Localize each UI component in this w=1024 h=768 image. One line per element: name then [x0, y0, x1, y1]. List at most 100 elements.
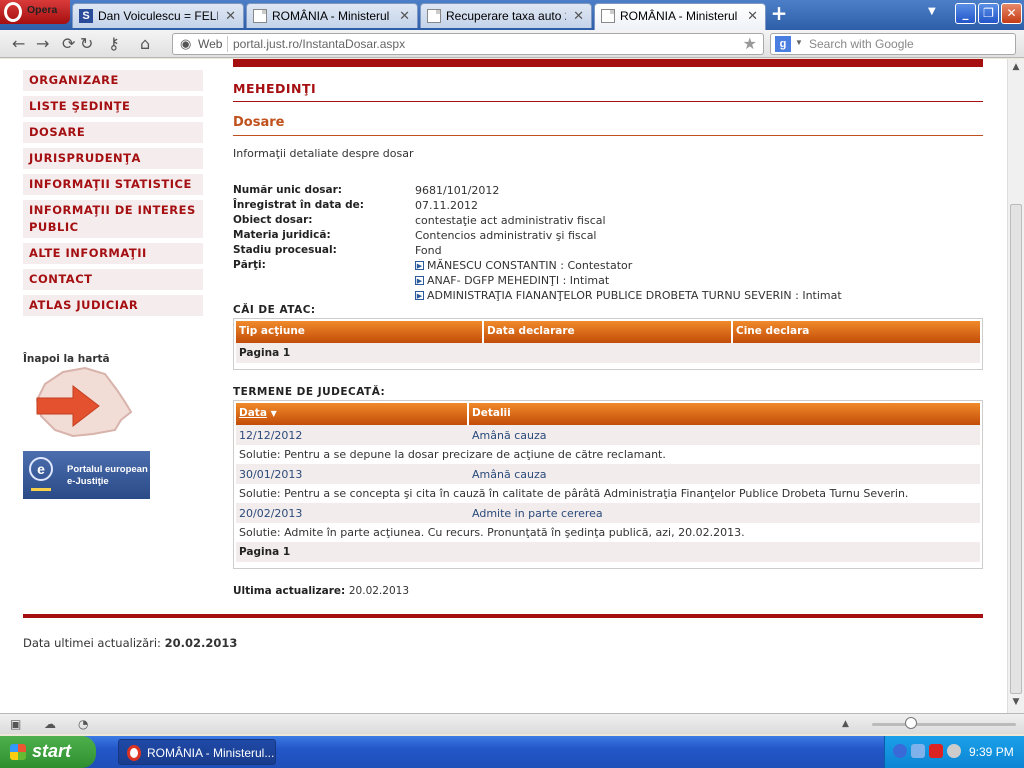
search-engine-dropdown-icon[interactable]: ▼: [795, 38, 803, 47]
county-heading: MEHEDINŢI: [233, 81, 317, 96]
sidebar-item-organizare[interactable]: ORGANIZARE: [23, 70, 203, 91]
site-favicon-icon: S: [79, 9, 93, 23]
hearings-header-details: Detalii: [469, 403, 980, 425]
tab-dan-voiculescu[interactable]: S Dan Voiculescu = FELIX ... ✕: [72, 3, 244, 28]
ejustice-logo-icon: e: [29, 457, 53, 481]
address-field[interactable]: ◉ Web portal.just.ro/InstantaDosar.aspx …: [172, 33, 764, 55]
zoom-up-arrow-icon[interactable]: ▲: [842, 719, 849, 729]
sidebar-item-dosare[interactable]: DOSARE: [23, 122, 203, 143]
registered-date-label: Înregistrat în data de:: [233, 199, 364, 211]
opera-logo-icon: [4, 2, 22, 22]
scrollbar-thumb[interactable]: [1010, 204, 1022, 694]
reload-icon[interactable]: ↻: [80, 34, 93, 53]
minimize-window-icon[interactable]: _: [955, 3, 976, 24]
google-icon[interactable]: g: [775, 36, 791, 52]
new-tab-plus-icon[interactable]: +: [768, 3, 790, 25]
hearing-detail: Amână cauza: [472, 429, 547, 442]
home-icon[interactable]: ⌂: [140, 34, 150, 53]
key-icon[interactable]: ⚷: [108, 34, 120, 53]
restore-window-icon[interactable]: ❐: [978, 3, 999, 24]
sidebar-item-atlas-judiciar[interactable]: ATLAS JUDICIAR: [23, 295, 203, 316]
forward-arrow-icon[interactable]: →: [36, 34, 49, 53]
tab-romania-ministerul-1[interactable]: ROMÂNIA - Ministerul Ju... ✕: [246, 3, 418, 28]
start-button[interactable]: start: [0, 736, 96, 768]
sidebar-item-liste-sedinte[interactable]: LISTE ŞEDINŢE: [23, 96, 203, 117]
appeals-header-action-type: Tip acţiune: [236, 321, 484, 343]
close-window-icon[interactable]: ✕: [1001, 3, 1022, 24]
opera-menu-label: Opera: [27, 4, 58, 16]
registered-date-value: 07.11.2012: [415, 199, 478, 212]
tab-title: Recuperare taxa auto 2...: [446, 9, 566, 23]
sidebar-item-jurisprudenta[interactable]: JURISPRUDENŢA: [23, 148, 203, 169]
sidebar-item-informatii-interes-public[interactable]: INFORMAŢII DE INTERES PUBLIC: [23, 200, 203, 238]
appeals-header-declared-date: Data declarare: [484, 321, 733, 343]
scroll-down-arrow-icon[interactable]: ▼: [1010, 697, 1022, 709]
opera-menu-button[interactable]: Opera: [0, 0, 70, 24]
search-field[interactable]: g ▼ Search with Google: [770, 33, 1016, 55]
sidebar-item-contact[interactable]: CONTACT: [23, 269, 203, 290]
back-arrow-icon[interactable]: ←: [12, 34, 25, 53]
address-url[interactable]: portal.just.ro/InstantaDosar.aspx: [233, 37, 405, 51]
close-tab-icon[interactable]: ✕: [747, 8, 758, 24]
vertical-scrollbar[interactable]: ▲ ▼: [1007, 59, 1024, 713]
opera-turbo-cloud-icon[interactable]: ☁: [44, 717, 56, 731]
fast-forward-icon[interactable]: ⟳: [62, 34, 75, 53]
header-red-bar: [233, 59, 983, 67]
hearing-solution: Solutie: Pentru a se depune la dosar pre…: [239, 448, 666, 461]
romania-map-icon[interactable]: [33, 364, 135, 440]
hearings-table: Data ▼ Detalii 12/12/2012 Amână cauza So…: [233, 400, 983, 569]
party-arrow-icon: ▶: [415, 276, 424, 285]
appeals-table-header: Tip acţiune Data declarare Cine declara: [236, 321, 980, 343]
network-icon[interactable]: [911, 744, 925, 758]
ejustice-portal-banner[interactable]: e Portalul european e-Justiţie: [23, 451, 150, 499]
taskbar-item-opera[interactable]: ROMÂNIA - Ministerul...: [118, 739, 276, 765]
hearings-table-header: Data ▼ Detalii: [236, 403, 980, 425]
scroll-up-arrow-icon[interactable]: ▲: [1010, 62, 1022, 74]
table-row: 30/01/2013 Amână cauza: [236, 464, 980, 484]
party-item: ▶ ADMINISTRAŢIA FIANANŢELOR PUBLICE DROBE…: [415, 289, 842, 302]
zoom-slider-track[interactable]: [872, 723, 1016, 726]
table-row: 20/02/2013 Admite in parte cererea: [236, 503, 980, 523]
opera-logo-icon: [127, 745, 141, 761]
windows-flag-icon: [10, 744, 26, 760]
sort-date-link[interactable]: Data: [239, 407, 267, 419]
hearing-date: 20/02/2013: [239, 507, 303, 520]
antivirus-icon[interactable]: [929, 744, 943, 758]
panel-toggle-icon[interactable]: ▣: [10, 717, 21, 731]
close-tab-icon[interactable]: ✕: [225, 8, 236, 24]
last-update-line: Ultima actualizare: 20.02.2013: [233, 585, 409, 597]
sidebar-item-informatii-statistice[interactable]: INFORMAŢII STATISTICE: [23, 174, 203, 195]
page-viewport: ORGANIZARE LISTE ŞEDINŢE DOSARE JURISPRU…: [0, 59, 1024, 713]
footer-red-line: [23, 614, 983, 618]
last-update-value: 20.02.2013: [348, 585, 409, 597]
taskbar-clock[interactable]: 9:39 PM: [969, 745, 1014, 759]
zoom-slider-thumb[interactable]: [905, 717, 917, 729]
sort-down-arrow-icon[interactable]: ▼: [271, 409, 277, 418]
close-tab-icon[interactable]: ✕: [573, 8, 584, 24]
tab-romania-ministerul-active[interactable]: ROMÂNIA - Ministerul Ju... ✕: [594, 3, 766, 30]
hearings-header-date[interactable]: Data ▼: [236, 403, 469, 425]
close-tab-icon[interactable]: ✕: [399, 8, 410, 24]
tab-title: Dan Voiculescu = FELIX ...: [98, 9, 218, 23]
tab-title: ROMÂNIA - Ministerul Ju...: [272, 9, 392, 23]
address-separator: [227, 36, 228, 52]
browser-toolbar: ← → ⟳ ↻ ⚷ ⌂ ◉ Web portal.just.ro/Instant…: [0, 30, 1024, 58]
appeals-pagination[interactable]: Pagina 1: [236, 343, 980, 363]
tab-recuperare-taxa[interactable]: Recuperare taxa auto 2... ✕: [420, 3, 592, 28]
volume-icon[interactable]: [947, 744, 961, 758]
sidebar-item-alte-informatii[interactable]: ALTE INFORMAŢII: [23, 243, 203, 264]
hearings-pagination[interactable]: Pagina 1: [236, 542, 980, 562]
tray-arrow-icon[interactable]: [893, 744, 907, 758]
speed-dial-icon[interactable]: ◔: [78, 717, 88, 731]
hearing-detail: Amână cauza: [472, 468, 547, 481]
system-tray: 9:39 PM: [884, 736, 1024, 768]
hearing-solution: Solutie: Admite în parte acţiunea. Cu re…: [239, 526, 745, 539]
legal-matter-label: Materia juridică:: [233, 229, 331, 241]
bookmark-star-icon[interactable]: ★: [743, 34, 757, 54]
taskbar-item-label: ROMÂNIA - Ministerul...: [147, 746, 275, 760]
tab-menu-chevron-icon[interactable]: ▼: [928, 6, 936, 17]
browser-status-bar: ▣ ☁ ◔ ▲: [0, 713, 1024, 734]
footer-update-label: Data ultimei actualizări:: [23, 636, 161, 650]
page-favicon-icon: [253, 9, 267, 23]
hearing-solution: Solutie: Pentru a se concepta şi cita în…: [239, 487, 909, 500]
